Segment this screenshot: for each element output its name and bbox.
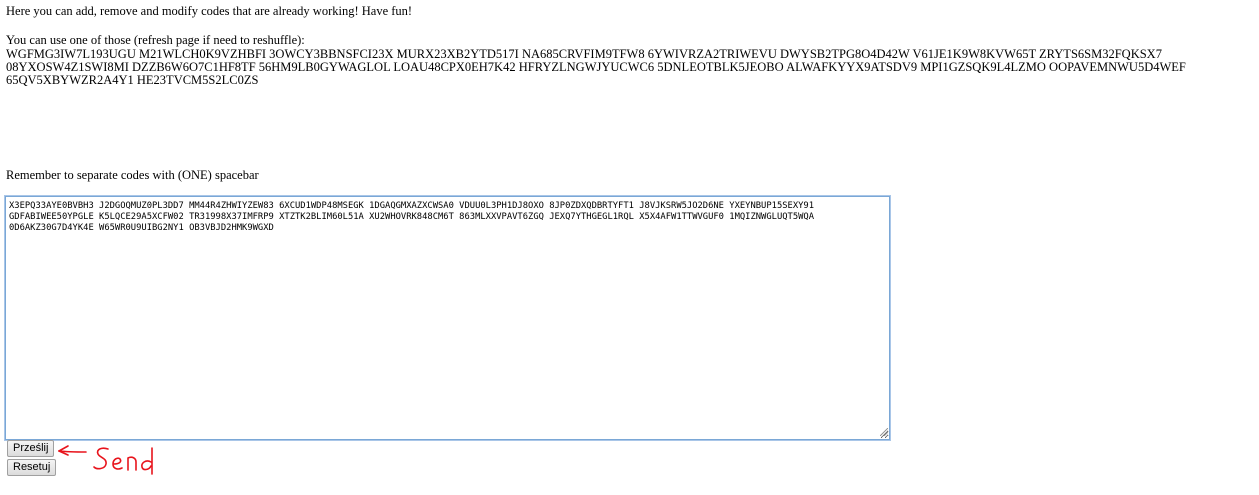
codes-textarea[interactable]: X3EPQ33AYE0BVBH3 J2DGOQMUZ0PL3DD7 MM44R4… xyxy=(5,196,890,440)
submit-button[interactable]: Prześlij xyxy=(7,440,55,457)
instructions-text: You can use one of those (refresh page i… xyxy=(6,33,305,47)
send-handwritten-word xyxy=(93,447,153,475)
reset-button[interactable]: Resetuj xyxy=(7,459,57,476)
send-annotation-handwriting xyxy=(58,445,153,475)
available-codes-list: WGFMG3IW7L193UGU M21WLCH0K9VZHBFI 3OWCY3… xyxy=(6,47,1186,87)
reminder-text: Remember to separate codes with (ONE) sp… xyxy=(6,168,259,182)
arrow-left-icon xyxy=(58,445,87,456)
intro-text: Here you can add, remove and modify code… xyxy=(6,4,413,18)
